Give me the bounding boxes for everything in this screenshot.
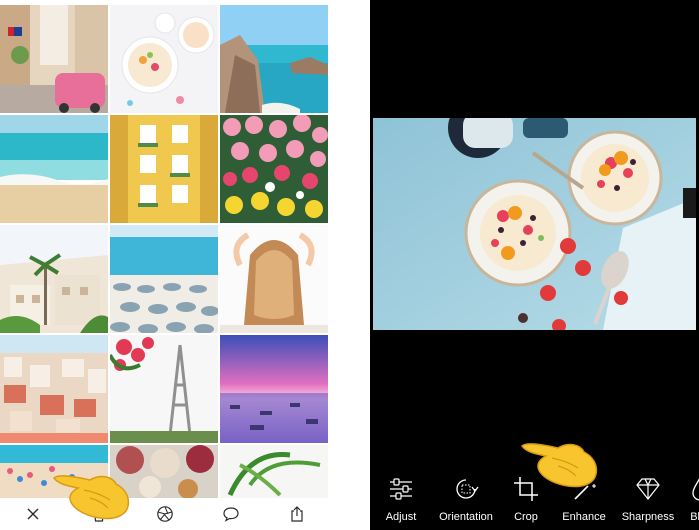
close-button[interactable] <box>18 500 48 528</box>
aperture-icon <box>157 506 173 522</box>
drop-icon <box>692 478 699 501</box>
share-button[interactable] <box>282 500 312 528</box>
trash-icon <box>93 506 105 522</box>
close-icon <box>27 508 39 520</box>
tile-palm-villas[interactable] <box>0 225 108 333</box>
tile-flower-market[interactable] <box>220 115 328 223</box>
tool-crop-label: Crop <box>514 511 538 523</box>
sliders-icon <box>390 478 412 500</box>
delete-button[interactable] <box>84 500 114 528</box>
tile-food-spread[interactable] <box>110 445 218 498</box>
tool-orientation-label: Orientation <box>439 511 493 523</box>
tool-adjust[interactable]: Adjust <box>370 468 432 523</box>
tile-sunset-sea[interactable] <box>220 335 328 443</box>
tile-eiffel-tower[interactable] <box>110 335 218 443</box>
tool-crop[interactable]: Crop <box>500 468 552 523</box>
gallery-screen <box>0 0 330 530</box>
photo-grid <box>0 0 330 498</box>
gallery-toolbar <box>0 498 330 530</box>
share-icon <box>291 506 303 522</box>
edit-tools-bar: Adjust Orientation Crop Enhance Sharpnes… <box>370 468 699 530</box>
tool-blur-label: Blur <box>690 511 699 523</box>
edit-button[interactable] <box>150 500 180 528</box>
tool-adjust-label: Adjust <box>385 511 417 523</box>
tool-blur[interactable]: Blur <box>680 468 699 523</box>
tile-beach-crowd[interactable] <box>0 445 108 498</box>
tool-enhance-label: Enhance <box>562 511 606 523</box>
tool-sharpness-label: Sharpness <box>621 511 675 523</box>
diamond-icon <box>636 478 660 500</box>
tile-coastal-town[interactable] <box>0 335 108 443</box>
tool-sharpness[interactable]: Sharpness <box>616 468 680 523</box>
tool-orientation[interactable]: Orientation <box>432 468 500 523</box>
tile-yellow-building[interactable] <box>110 115 218 223</box>
magic-wand-icon <box>574 478 596 500</box>
comment-button[interactable] <box>216 500 246 528</box>
editor-screen: Adjust Orientation Crop Enhance Sharpnes… <box>370 0 699 530</box>
divider-gap <box>330 0 370 530</box>
tile-beach-umbrellas[interactable] <box>110 225 218 333</box>
rotate-icon <box>456 479 479 499</box>
tile-beach-waves[interactable] <box>0 115 108 223</box>
tile-palm-leaves[interactable] <box>220 445 328 498</box>
edited-photo <box>373 118 696 330</box>
tile-havana-street[interactable] <box>0 5 108 113</box>
tile-rocky-coast[interactable] <box>220 5 328 113</box>
tile-woman-hair[interactable] <box>220 225 328 333</box>
tile-breakfast-bowls[interactable] <box>110 5 218 113</box>
speech-bubble-icon <box>223 507 239 522</box>
tool-enhance[interactable]: Enhance <box>552 468 616 523</box>
crop-icon <box>514 477 538 501</box>
